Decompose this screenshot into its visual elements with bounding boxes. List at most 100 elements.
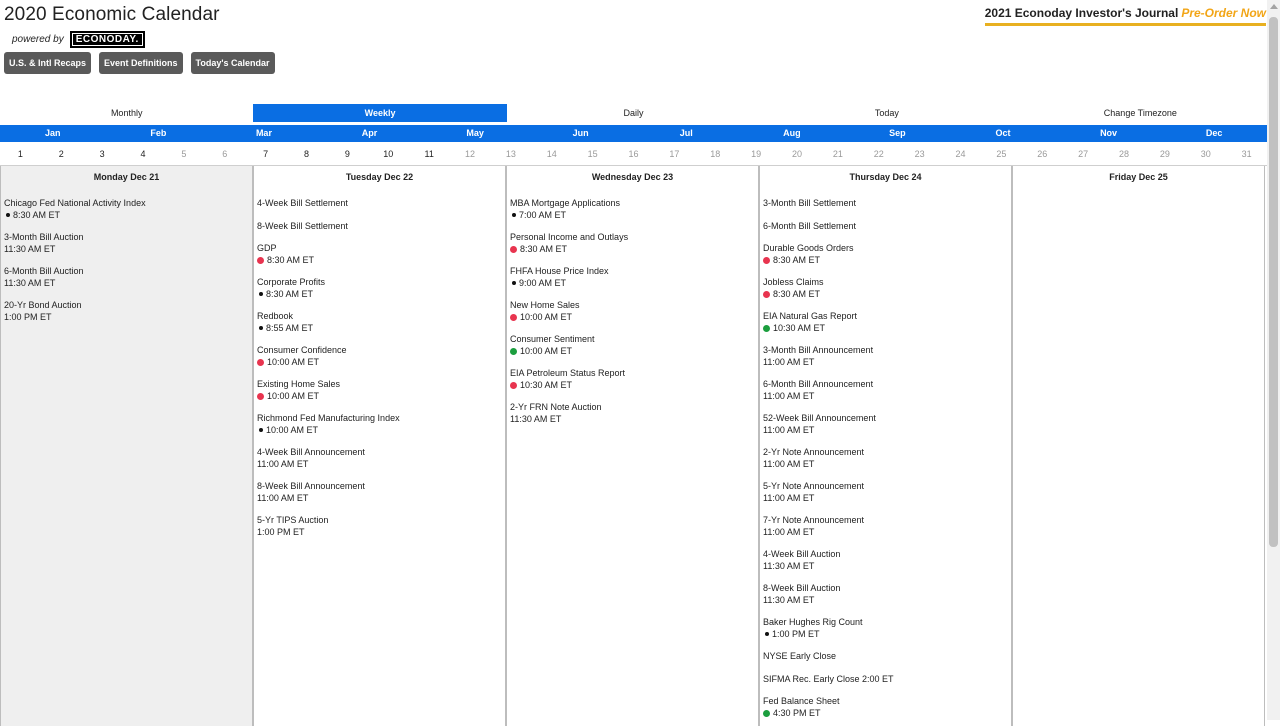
day-24[interactable]: 24 xyxy=(940,146,981,162)
month-aug[interactable]: Aug xyxy=(739,125,845,142)
event-name[interactable]: FHFA House Price Index xyxy=(510,266,755,278)
day-26[interactable]: 26 xyxy=(1022,146,1063,162)
event-name[interactable]: 2-Yr Note Announcement xyxy=(763,447,1008,459)
day-12[interactable]: 12 xyxy=(450,146,491,162)
event-name[interactable]: Personal Income and Outlays xyxy=(510,232,755,244)
day-21[interactable]: 21 xyxy=(818,146,859,162)
event-name[interactable]: Consumer Sentiment xyxy=(510,334,755,346)
event-item[interactable]: 5-Yr TIPS Auction 1:00 PM ET xyxy=(257,515,502,538)
event-item[interactable]: 6-Month Bill Auction 11:30 AM ET xyxy=(4,266,249,289)
event-name[interactable]: NYSE Early Close xyxy=(763,651,1008,663)
day-28[interactable]: 28 xyxy=(1104,146,1145,162)
day-15[interactable]: 15 xyxy=(572,146,613,162)
day-1[interactable]: 1 xyxy=(0,146,41,162)
month-may[interactable]: May xyxy=(422,125,528,142)
day-5[interactable]: 5 xyxy=(164,146,205,162)
tab-change-timezone[interactable]: Change Timezone xyxy=(1014,104,1267,122)
event-name[interactable]: Consumer Confidence xyxy=(257,345,502,357)
promo-cta[interactable]: Pre-Order Now xyxy=(1181,6,1266,20)
event-item[interactable]: 5-Yr Note Announcement 11:00 AM ET xyxy=(763,481,1008,504)
event-name[interactable]: New Home Sales xyxy=(510,300,755,312)
event-name[interactable]: Jobless Claims xyxy=(763,277,1008,289)
event-name[interactable]: 4-Week Bill Settlement xyxy=(257,198,502,210)
event-name[interactable]: 3-Month Bill Auction xyxy=(4,232,249,244)
day-8[interactable]: 8 xyxy=(286,146,327,162)
event-item[interactable]: 8-Week Bill Auction 11:30 AM ET xyxy=(763,583,1008,606)
event-item[interactable]: EIA Natural Gas Report 10:30 AM ET xyxy=(763,311,1008,334)
event-name[interactable]: Chicago Fed National Activity Index xyxy=(4,198,249,210)
todays-calendar-button[interactable]: Today's Calendar xyxy=(190,52,275,74)
event-item[interactable]: 4-Week Bill Settlement xyxy=(257,198,502,210)
day-7[interactable]: 7 xyxy=(245,146,286,162)
event-item[interactable]: Jobless Claims 8:30 AM ET xyxy=(763,277,1008,300)
event-item[interactable]: GDP 8:30 AM ET xyxy=(257,243,502,266)
event-item[interactable]: MBA Mortgage Applications 7:00 AM ET xyxy=(510,198,755,221)
scrollbar[interactable] xyxy=(1267,0,1280,720)
event-name[interactable]: 5-Yr TIPS Auction xyxy=(257,515,502,527)
day-4[interactable]: 4 xyxy=(123,146,164,162)
event-name[interactable]: 6-Month Bill Settlement xyxy=(763,221,1008,233)
day-18[interactable]: 18 xyxy=(695,146,736,162)
day-25[interactable]: 25 xyxy=(981,146,1022,162)
event-item[interactable]: 8-Week Bill Announcement 11:00 AM ET xyxy=(257,481,502,504)
event-item[interactable]: 6-Month Bill Settlement xyxy=(763,221,1008,233)
event-item[interactable]: Chicago Fed National Activity Index 8:30 … xyxy=(4,198,249,221)
tab-weekly[interactable]: Weekly xyxy=(253,104,507,122)
recaps-button[interactable]: U.S. & Intl Recaps xyxy=(4,52,92,74)
event-item[interactable]: 4-Week Bill Auction 11:30 AM ET xyxy=(763,549,1008,572)
month-jan[interactable]: Jan xyxy=(0,125,106,142)
event-name[interactable]: MBA Mortgage Applications xyxy=(510,198,755,210)
event-name[interactable]: GDP xyxy=(257,243,502,255)
event-definitions-button[interactable]: Event Definitions xyxy=(99,52,183,74)
event-name[interactable]: Baker Hughes Rig Count xyxy=(763,617,1008,629)
event-item[interactable]: Corporate Profits 8:30 AM ET xyxy=(257,277,502,300)
day-14[interactable]: 14 xyxy=(531,146,572,162)
event-name[interactable]: 2-Yr FRN Note Auction xyxy=(510,402,755,414)
event-item[interactable]: Consumer Confidence 10:00 AM ET xyxy=(257,345,502,368)
day-27[interactable]: 27 xyxy=(1063,146,1104,162)
month-nov[interactable]: Nov xyxy=(1056,125,1162,142)
event-name[interactable]: 3-Month Bill Announcement xyxy=(763,345,1008,357)
event-name[interactable]: 8-Week Bill Settlement xyxy=(257,221,502,233)
event-item[interactable]: 52-Week Bill Announcement 11:00 AM ET xyxy=(763,413,1008,436)
event-item[interactable]: Redbook 8:55 AM ET xyxy=(257,311,502,334)
event-item[interactable]: Baker Hughes Rig Count 1:00 PM ET xyxy=(763,617,1008,640)
month-dec[interactable]: Dec xyxy=(1161,125,1267,142)
day-31[interactable]: 31 xyxy=(1226,146,1267,162)
event-name[interactable]: 4-Week Bill Auction xyxy=(763,549,1008,561)
event-item[interactable]: 20-Yr Bond Auction 1:00 PM ET xyxy=(4,300,249,323)
event-name[interactable]: 3-Month Bill Settlement xyxy=(763,198,1008,210)
month-sep[interactable]: Sep xyxy=(845,125,951,142)
event-name[interactable]: 52-Week Bill Announcement xyxy=(763,413,1008,425)
event-item[interactable]: Fed Balance Sheet 4:30 PM ET xyxy=(763,696,1008,719)
tab-daily[interactable]: Daily xyxy=(507,104,760,122)
event-name[interactable]: Fed Balance Sheet xyxy=(763,696,1008,708)
event-name[interactable]: 20-Yr Bond Auction xyxy=(4,300,249,312)
event-name[interactable]: 6-Month Bill Announcement xyxy=(763,379,1008,391)
event-item[interactable]: New Home Sales 10:00 AM ET xyxy=(510,300,755,323)
event-name[interactable]: 7-Yr Note Announcement xyxy=(763,515,1008,527)
tab-monthly[interactable]: Monthly xyxy=(0,104,253,122)
day-2[interactable]: 2 xyxy=(41,146,82,162)
event-item[interactable]: Richmond Fed Manufacturing Index 10:00 AM… xyxy=(257,413,502,436)
scroll-up-icon[interactable] xyxy=(1270,4,1278,9)
day-16[interactable]: 16 xyxy=(613,146,654,162)
day-22[interactable]: 22 xyxy=(858,146,899,162)
event-item[interactable]: 3-Month Bill Settlement xyxy=(763,198,1008,210)
tab-today[interactable]: Today xyxy=(760,104,1013,122)
econoday-logo[interactable]: ECONODAY. xyxy=(69,30,145,48)
event-item[interactable]: 2-Yr FRN Note Auction 11:30 AM ET xyxy=(510,402,755,425)
event-name[interactable]: EIA Petroleum Status Report xyxy=(510,368,755,380)
event-name[interactable]: Richmond Fed Manufacturing Index xyxy=(257,413,502,425)
event-item[interactable]: 6-Month Bill Announcement 11:00 AM ET xyxy=(763,379,1008,402)
event-item[interactable]: 3-Month Bill Announcement 11:00 AM ET xyxy=(763,345,1008,368)
event-name[interactable]: 8-Week Bill Auction xyxy=(763,583,1008,595)
event-item[interactable]: 7-Yr Note Announcement 11:00 AM ET xyxy=(763,515,1008,538)
event-name[interactable]: Existing Home Sales xyxy=(257,379,502,391)
event-item[interactable]: Existing Home Sales 10:00 AM ET xyxy=(257,379,502,402)
event-item[interactable]: 4-Week Bill Announcement 11:00 AM ET xyxy=(257,447,502,470)
month-oct[interactable]: Oct xyxy=(950,125,1056,142)
day-13[interactable]: 13 xyxy=(491,146,532,162)
day-30[interactable]: 30 xyxy=(1185,146,1226,162)
event-item[interactable]: FHFA House Price Index 9:00 AM ET xyxy=(510,266,755,289)
